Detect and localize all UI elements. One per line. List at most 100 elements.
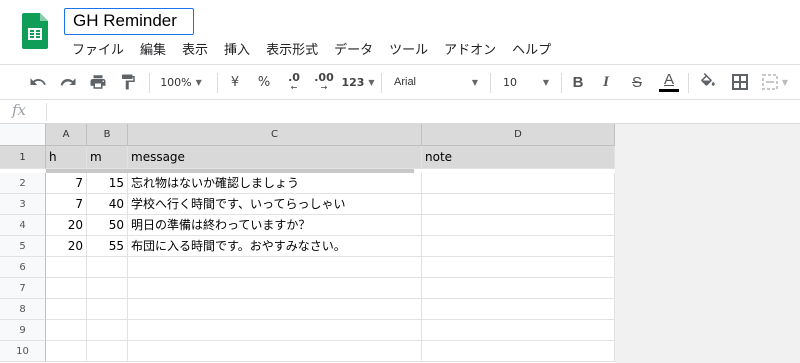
bold-button[interactable]: B — [566, 65, 590, 99]
font-family-select[interactable]: Arial ▼ — [388, 65, 484, 99]
toolbar: 100% ▼ ¥ % .0 ← .00 → 123 ▼ Arial ▼ 10 ▼… — [0, 64, 800, 100]
cell-d5[interactable] — [422, 236, 615, 257]
cell-b2[interactable]: 15 — [87, 173, 128, 194]
column-header-b[interactable]: B — [87, 124, 128, 146]
font-size-value: 10 — [503, 75, 517, 89]
cell-b8[interactable] — [87, 299, 128, 320]
formula-input[interactable] — [52, 102, 792, 122]
column-header-a[interactable]: A — [46, 124, 87, 146]
redo-button[interactable] — [54, 65, 82, 99]
print-button[interactable] — [84, 65, 112, 99]
row-header-6[interactable]: 6 — [0, 257, 46, 278]
cell-b7[interactable] — [87, 278, 128, 299]
text-color-swatch — [659, 89, 679, 92]
cell-c2[interactable]: 忘れ物はないか確認しましょう — [128, 173, 422, 194]
cell-c3[interactable]: 学校へ行く時間です、いってらっしゃい — [128, 194, 422, 215]
cell-d1[interactable]: note — [422, 146, 615, 169]
fill-color-icon — [701, 73, 715, 86]
merge-cells-button[interactable]: ▼ — [758, 65, 792, 99]
row-header-1[interactable]: 1 — [0, 146, 46, 169]
cell-c6[interactable] — [128, 257, 422, 278]
header: GH Reminder ファイル 編集 表示 挿入 表示形式 データ ツール ア… — [0, 0, 800, 64]
cell-a7[interactable] — [46, 278, 87, 299]
fill-color-button[interactable] — [694, 65, 722, 99]
zoom-value: 100% — [160, 75, 192, 89]
arrow-left-icon: ← — [290, 83, 298, 92]
cell-c8[interactable] — [128, 299, 422, 320]
row-header-3[interactable]: 3 — [0, 194, 46, 215]
merge-cells-icon — [761, 74, 778, 90]
row-header-7[interactable]: 7 — [0, 278, 46, 299]
cell-b5[interactable]: 55 — [87, 236, 128, 257]
cell-a4[interactable]: 20 — [46, 215, 87, 236]
menu-tools[interactable]: ツール — [381, 38, 436, 58]
column-header-d[interactable]: D — [422, 124, 615, 146]
cell-d10[interactable] — [422, 341, 615, 362]
percent-format-button[interactable]: % — [251, 65, 277, 99]
row-header-10[interactable]: 10 — [0, 341, 46, 362]
italic-button[interactable]: I — [594, 65, 618, 99]
toolbar-divider — [561, 73, 562, 93]
sheets-logo-icon[interactable] — [22, 13, 48, 49]
cell-a5[interactable]: 20 — [46, 236, 87, 257]
cell-a9[interactable] — [46, 320, 87, 341]
redo-icon — [60, 78, 76, 86]
row-header-2[interactable]: 2 — [0, 173, 46, 194]
row-header-8[interactable]: 8 — [0, 299, 46, 320]
cell-c7[interactable] — [128, 278, 422, 299]
menu-data[interactable]: データ — [326, 38, 381, 58]
cell-c4[interactable]: 明日の準備は終わっていますか？ — [128, 215, 422, 236]
increase-decimal-button[interactable]: .00 → — [309, 65, 339, 99]
cell-b10[interactable] — [87, 341, 128, 362]
cell-b1[interactable]: m — [87, 146, 128, 169]
cell-c10[interactable] — [128, 341, 422, 362]
text-color-button[interactable]: A — [657, 65, 681, 99]
font-size-select[interactable]: 10 ▼ — [497, 65, 555, 99]
cell-b9[interactable] — [87, 320, 128, 341]
cell-c1[interactable]: message — [128, 146, 422, 169]
row-header-5[interactable]: 5 — [0, 236, 46, 257]
cell-b3[interactable]: 40 — [87, 194, 128, 215]
cell-b4[interactable]: 50 — [87, 215, 128, 236]
menu-help[interactable]: ヘルプ — [504, 38, 559, 58]
cell-d3[interactable] — [422, 194, 615, 215]
column-header-c[interactable]: C — [128, 124, 422, 146]
menu-view[interactable]: 表示 — [174, 38, 216, 58]
cell-b6[interactable] — [87, 257, 128, 278]
cell-a3[interactable]: 7 — [46, 194, 87, 215]
cell-c5[interactable]: 布団に入る時間です。おやすみなさい。 — [128, 236, 422, 257]
decrease-decimal-button[interactable]: .0 ← — [280, 65, 308, 99]
zoom-select[interactable]: 100% ▼ — [152, 65, 210, 99]
cell-d2[interactable] — [422, 173, 615, 194]
more-formats-button[interactable]: 123 ▼ — [341, 65, 375, 99]
menu-format[interactable]: 表示形式 — [258, 38, 326, 58]
strikethrough-button[interactable]: S — [625, 65, 649, 99]
out-of-range-area — [615, 124, 800, 363]
paint-format-button[interactable] — [114, 65, 142, 99]
paint-format-icon — [122, 74, 135, 90]
select-all-corner[interactable] — [0, 124, 46, 146]
document-title-input[interactable]: GH Reminder — [64, 8, 194, 35]
document-title: GH Reminder — [73, 11, 177, 30]
cell-d7[interactable] — [422, 278, 615, 299]
row-header-4[interactable]: 4 — [0, 215, 46, 236]
borders-button[interactable] — [726, 65, 754, 99]
toolbar-divider — [688, 73, 689, 93]
undo-button[interactable] — [24, 65, 52, 99]
cell-a10[interactable] — [46, 341, 87, 362]
cell-a2[interactable]: 7 — [46, 173, 87, 194]
row-header-9[interactable]: 9 — [0, 320, 46, 341]
menu-addons[interactable]: アドオン — [436, 38, 504, 58]
cell-d8[interactable] — [422, 299, 615, 320]
cell-d6[interactable] — [422, 257, 615, 278]
cell-a6[interactable] — [46, 257, 87, 278]
cell-a8[interactable] — [46, 299, 87, 320]
cell-d4[interactable] — [422, 215, 615, 236]
menu-edit[interactable]: 編集 — [132, 38, 174, 58]
cell-c9[interactable] — [128, 320, 422, 341]
menu-insert[interactable]: 挿入 — [216, 38, 258, 58]
cell-a1[interactable]: h — [46, 146, 87, 169]
currency-format-button[interactable]: ¥ — [223, 65, 247, 99]
menu-file[interactable]: ファイル — [64, 38, 132, 58]
cell-d9[interactable] — [422, 320, 615, 341]
